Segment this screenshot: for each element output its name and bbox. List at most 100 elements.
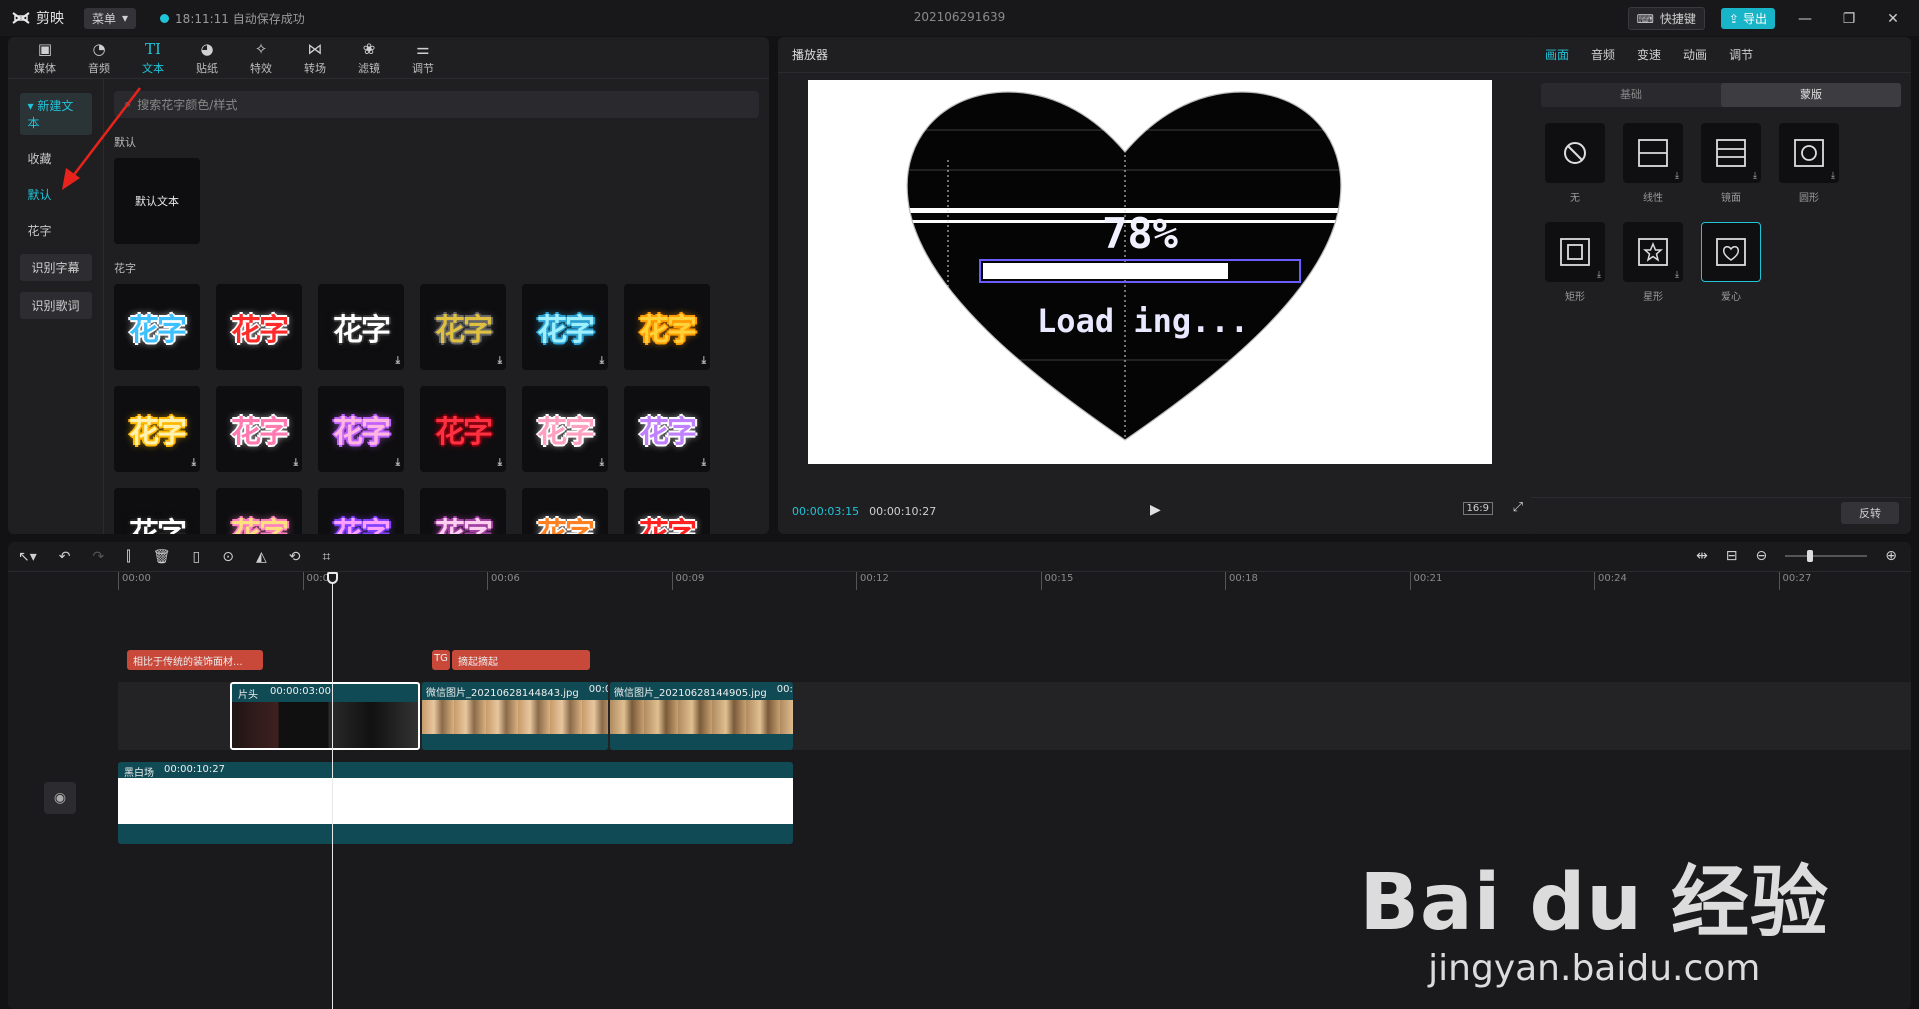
mask-heart[interactable]: 爱心 <box>1701 222 1761 303</box>
undo-icon[interactable]: ↶ <box>59 549 71 565</box>
play-icon[interactable]: ▶ <box>1150 502 1161 518</box>
fancy-text-tile[interactable]: 花字 <box>216 284 302 370</box>
minimize-icon[interactable]: — <box>1791 11 1819 27</box>
seg-basic[interactable]: 基础 <box>1541 83 1721 107</box>
fancy-text-tile[interactable]: 花字⤓ <box>624 284 710 370</box>
zoom-slider-knob[interactable] <box>1807 550 1814 562</box>
video-clip-image-1[interactable]: 微信图片_20210628144843.jpg 00:0 <box>422 682 608 750</box>
zoom-out-icon[interactable]: ⊖ <box>1756 548 1768 564</box>
shortcut-button[interactable]: ⌨ 快捷键 <box>1627 7 1705 30</box>
black-white-clip[interactable]: 黑白场 00:00:10:27 <box>118 762 793 844</box>
export-button[interactable]: ⇪ 导出 <box>1720 8 1775 29</box>
nav-favorites[interactable]: 收藏 <box>20 146 92 171</box>
freeze-icon[interactable]: ▯ <box>193 549 201 565</box>
zoom-slider[interactable] <box>1785 550 1868 562</box>
fancy-text-sample: 花字 <box>231 415 289 450</box>
fancy-text-sample: 花字 <box>639 509 697 534</box>
default-text-tile[interactable]: 默认文本 <box>114 158 200 244</box>
tab-animation[interactable]: 动画 <box>1683 46 1707 63</box>
tab-adjust[interactable]: ⚌ 调节 <box>398 37 448 78</box>
tab-speed[interactable]: 变速 <box>1637 46 1661 63</box>
mask-star[interactable]: ⤓ 星形 <box>1623 222 1683 303</box>
reverse-button[interactable]: 反转 <box>1841 502 1899 524</box>
fancy-text-tile[interactable]: 花字⤓ <box>114 386 200 472</box>
fancy-text-tile[interactable]: 花字⤓ <box>216 386 302 472</box>
seg-mask[interactable]: 蒙版 <box>1721 83 1901 107</box>
white-frame <box>118 778 793 824</box>
time-ruler[interactable]: 00:00 00:03 00:06 00:09 00:12 00:15 00:18 00:21… <box>118 572 1898 590</box>
tab-picture[interactable]: 画面 <box>1545 46 1569 63</box>
split-icon[interactable]: ⫿ <box>126 549 130 565</box>
search-input[interactable] <box>137 97 698 112</box>
fancy-text-tile[interactable]: 花字⤓ <box>420 284 506 370</box>
recognize-lyrics-button[interactable]: 识别歌词 <box>19 292 92 319</box>
fancy-text-tile[interactable]: 花字 <box>114 284 200 370</box>
fancy-text-sample: 花字 <box>435 509 493 534</box>
tab-effect[interactable]: ✧ 特效 <box>236 37 286 78</box>
fancy-text-sample: 花字 <box>129 313 187 348</box>
fancy-text-tile[interactable]: 花字⤓ <box>114 488 200 534</box>
fancy-text-tile[interactable]: 花字⤓ <box>420 488 506 534</box>
playhead-handle[interactable] <box>327 572 338 584</box>
fancy-text-tile[interactable]: 花字⤓ <box>522 488 608 534</box>
speaker-icon[interactable]: ◉ <box>44 782 76 814</box>
fancy-text-tile[interactable]: 花字⤓ <box>318 284 404 370</box>
crop-icon[interactable]: ⌗ <box>322 549 330 565</box>
preview-canvas[interactable]: 78% Load ing... <box>808 80 1492 464</box>
video-clip-image-2[interactable]: 微信图片_20210628144905.jpg 00:0 <box>610 682 793 750</box>
fancy-text-tile[interactable]: 花字⤓ <box>318 386 404 472</box>
tab-adjust-props[interactable]: 调节 <box>1729 46 1753 63</box>
reverse-play-icon[interactable]: ⊙ <box>222 549 234 565</box>
zoom-in-icon[interactable]: ⊕ <box>1885 548 1897 564</box>
snap-icon[interactable]: ⇹ <box>1696 548 1708 564</box>
aspect-ratio-button[interactable]: 16:9 <box>1462 502 1493 515</box>
fancy-text-sample: 花字 <box>129 509 187 534</box>
mask-mirror[interactable]: ⤓ 镜面 <box>1701 123 1761 204</box>
export-label: 导出 <box>1742 12 1767 26</box>
menu-button[interactable]: 菜单 ▾ <box>84 7 137 29</box>
mask-circle[interactable]: ⤓ 圆形 <box>1779 123 1839 204</box>
nav-new-text[interactable]: ▾ 新建文本 <box>19 93 92 135</box>
timeline-toolbar: ↖▾ ↶ ↷ ⫿ 🗑 ▯ ⊙ ◭ ⟲ ⌗ <box>8 542 1911 572</box>
playhead[interactable] <box>332 572 333 1009</box>
sticker-icon: ◕ <box>200 39 214 58</box>
video-clip-intro[interactable]: 片头 00:00:03:00 <box>230 682 420 750</box>
text-clip-2-tag[interactable]: TG <box>432 650 450 670</box>
mirror-icon[interactable]: ◭ <box>256 549 267 565</box>
text-clip-1[interactable]: 相比于传统的装饰面材... <box>127 650 263 670</box>
fancy-text-tile[interactable]: 花字⤓ <box>522 386 608 472</box>
nav-fancy[interactable]: 花字 <box>20 218 92 243</box>
restore-icon[interactable]: ❐ <box>1835 11 1863 27</box>
fancy-text-tile[interactable]: 花字⤓ <box>624 488 710 534</box>
tab-audio-props[interactable]: 音频 <box>1591 46 1615 63</box>
fancy-text-tile[interactable]: 花字⤓ <box>522 284 608 370</box>
tab-sticker[interactable]: ◕ 贴纸 <box>182 37 232 78</box>
text-clip-2[interactable]: 摘起摘起 <box>452 650 590 670</box>
redo-icon[interactable]: ↷ <box>93 549 105 565</box>
rotate-icon[interactable]: ⟲ <box>289 549 301 565</box>
tab-audio[interactable]: ◔ 音频 <box>74 37 124 78</box>
fancy-text-tile[interactable]: 花字⤓ <box>624 386 710 472</box>
fancy-text-tile[interactable]: 花字⤓ <box>216 488 302 534</box>
filter-icon: ❀ <box>362 39 376 58</box>
select-tool-icon[interactable]: ↖▾ <box>18 549 37 565</box>
media-panel: ▣ 媒体 ◔ 音频 TI 文本 ◕ 贴纸 ✧ 特效 ⋈ 转场 ❀ 滤镜 ⚌ 调节 ▾ 新建文本 … <box>8 37 769 534</box>
mask-none[interactable]: 无 <box>1545 123 1605 204</box>
delete-icon[interactable]: 🗑 <box>153 549 171 565</box>
ruler-tick: 00:18 <box>1225 572 1258 590</box>
nav-default[interactable]: 默认 <box>20 182 92 207</box>
close-icon[interactable]: ✕ <box>1879 11 1907 27</box>
link-icon[interactable]: ⊟ <box>1726 548 1738 564</box>
ruler-tick: 00:24 <box>1594 572 1627 590</box>
fancy-text-tile[interactable]: 花字⤓ <box>318 488 404 534</box>
tab-transition[interactable]: ⋈ 转场 <box>290 37 340 78</box>
tab-filter[interactable]: ❀ 滤镜 <box>344 37 394 78</box>
fancy-text-tile[interactable]: 花字⤓ <box>420 386 506 472</box>
recognize-subtitle-button[interactable]: 识别字幕 <box>19 254 92 281</box>
effect-icon: ✧ <box>254 39 268 58</box>
tab-media[interactable]: ▣ 媒体 <box>20 37 70 78</box>
mask-linear[interactable]: ⤓ 线性 <box>1623 123 1683 204</box>
mask-rectangle[interactable]: ⤓ 矩形 <box>1545 222 1605 303</box>
tab-text[interactable]: TI 文本 <box>128 37 178 78</box>
fullscreen-icon[interactable]: ⤢ <box>1513 500 1523 515</box>
